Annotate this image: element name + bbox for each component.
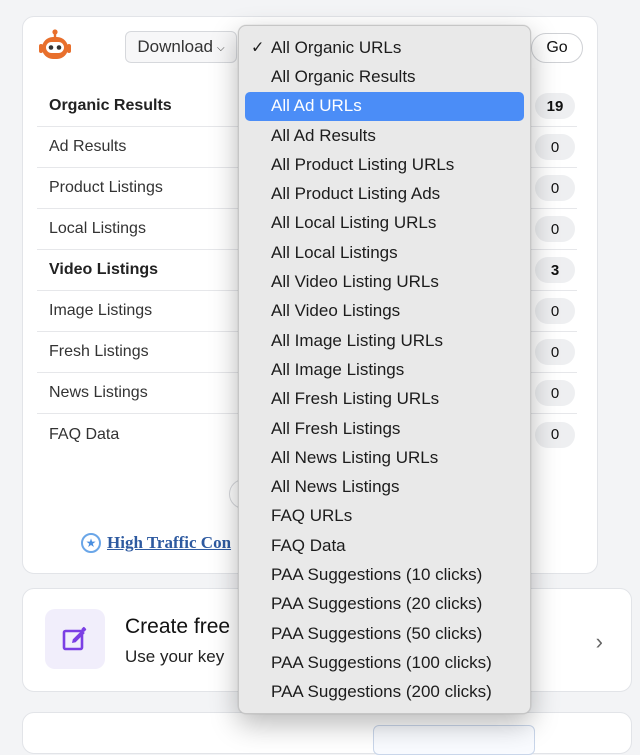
result-count-badge: 0	[535, 380, 575, 406]
download-dropdown-menu[interactable]: ✓ All Organic URLs All Organic Results A…	[238, 25, 531, 714]
edit-pen-icon-box	[45, 609, 105, 669]
result-label: Ad Results	[49, 138, 127, 155]
chevron-down-icon: ⌵	[217, 42, 225, 54]
result-label: Image Listings	[49, 302, 153, 319]
edit-pen-icon	[62, 626, 87, 651]
menu-item-label: All News Listing URLs	[271, 447, 439, 467]
menu-item-all-product-listing-ads[interactable]: All Product Listing Ads	[245, 179, 524, 208]
result-count-badge: 0	[535, 298, 575, 324]
result-count-badge: 19	[535, 93, 575, 119]
result-label: Product Listings	[49, 179, 163, 196]
result-label: Organic Results	[49, 97, 172, 114]
robot-icon	[39, 29, 71, 59]
checkmark-icon: ✓	[251, 39, 265, 57]
result-label: Local Listings	[49, 220, 146, 237]
menu-item-all-image-listing-urls[interactable]: All Image Listing URLs	[245, 326, 524, 355]
menu-item-paa-100[interactable]: PAA Suggestions (100 clicks)	[245, 648, 524, 677]
menu-item-all-fresh-listings[interactable]: All Fresh Listings	[245, 414, 524, 443]
result-count-badge: 0	[535, 134, 575, 160]
result-label: Fresh Listings	[49, 343, 149, 360]
menu-item-label: PAA Suggestions (100 clicks)	[271, 652, 492, 672]
menu-item-label: FAQ Data	[271, 535, 346, 555]
menu-item-paa-200[interactable]: PAA Suggestions (200 clicks)	[245, 678, 524, 707]
menu-item-paa-10[interactable]: PAA Suggestions (10 clicks)	[245, 560, 524, 589]
result-count-badge: 0	[535, 175, 575, 201]
star-icon: ★	[81, 533, 101, 553]
menu-item-faq-urls[interactable]: FAQ URLs	[245, 502, 524, 531]
menu-item-faq-data[interactable]: FAQ Data	[245, 531, 524, 560]
menu-item-paa-50[interactable]: PAA Suggestions (50 clicks)	[245, 619, 524, 648]
menu-item-label: All Product Listing Ads	[271, 184, 441, 204]
menu-item-label: PAA Suggestions (200 clicks)	[271, 682, 492, 702]
create-card-title: Create free	[125, 615, 231, 638]
menu-item-label: All Product Listing URLs	[271, 154, 455, 174]
menu-item-all-organic-urls[interactable]: ✓ All Organic URLs	[245, 33, 524, 62]
menu-item-label: All Image Listing URLs	[271, 330, 443, 350]
download-label: Download	[137, 37, 213, 56]
menu-item-all-video-listings[interactable]: All Video Listings	[245, 297, 524, 326]
menu-item-label: All Fresh Listings	[271, 418, 401, 438]
bottom-input-field[interactable]	[373, 725, 535, 755]
go-button[interactable]: Go	[531, 33, 583, 63]
menu-item-all-ad-results[interactable]: All Ad Results	[245, 121, 524, 150]
menu-item-label: All Fresh Listing URLs	[271, 389, 440, 409]
menu-item-all-news-listing-urls[interactable]: All News Listing URLs	[245, 443, 524, 472]
menu-item-all-organic-results[interactable]: All Organic Results	[245, 62, 524, 91]
menu-item-label: FAQ URLs	[271, 506, 353, 526]
menu-item-all-fresh-listing-urls[interactable]: All Fresh Listing URLs	[245, 385, 524, 414]
bottom-card	[22, 712, 632, 755]
result-count-badge: 0	[535, 421, 575, 448]
menu-item-label: All News Listings	[271, 477, 400, 497]
menu-item-label: All Video Listing URLs	[271, 272, 439, 292]
menu-item-all-local-listings[interactable]: All Local Listings	[245, 238, 524, 267]
menu-item-label: All Local Listing URLs	[271, 213, 437, 233]
menu-item-all-local-listing-urls[interactable]: All Local Listing URLs	[245, 209, 524, 238]
result-label: News Listings	[49, 384, 148, 401]
menu-item-all-image-listings[interactable]: All Image Listings	[245, 355, 524, 384]
menu-item-all-news-listings[interactable]: All News Listings	[245, 472, 524, 501]
result-label: FAQ Data	[49, 425, 120, 443]
menu-item-all-video-listing-urls[interactable]: All Video Listing URLs	[245, 267, 524, 296]
menu-item-label: All Ad Results	[271, 125, 376, 145]
menu-item-label: PAA Suggestions (50 clicks)	[271, 623, 483, 643]
high-traffic-link[interactable]: ★ High Traffic Con	[81, 533, 231, 553]
high-traffic-link-text[interactable]: High Traffic Con	[107, 533, 231, 553]
menu-item-label: All Local Listings	[271, 242, 398, 262]
result-count-badge: 0	[535, 339, 575, 365]
menu-item-all-product-listing-urls[interactable]: All Product Listing URLs	[245, 150, 524, 179]
result-label: Video Listings	[49, 261, 159, 278]
menu-item-label: All Organic Results	[271, 66, 416, 86]
menu-item-all-ad-urls[interactable]: All Ad URLs	[245, 91, 524, 121]
chevron-right-icon[interactable]: ›	[596, 629, 603, 655]
result-count-badge: 0	[535, 216, 575, 242]
download-button[interactable]: Download ⌵	[125, 31, 237, 63]
menu-item-label: All Organic URLs	[271, 37, 402, 57]
menu-item-label: PAA Suggestions (20 clicks)	[271, 594, 483, 614]
menu-item-label: PAA Suggestions (10 clicks)	[271, 564, 483, 584]
menu-item-label: All Video Listings	[271, 301, 401, 321]
result-count-badge: 3	[535, 257, 575, 283]
menu-item-label: All Ad URLs	[271, 96, 362, 116]
menu-item-paa-20[interactable]: PAA Suggestions (20 clicks)	[245, 590, 524, 619]
menu-item-label: All Image Listings	[271, 359, 405, 379]
create-card-subtitle: Use your key	[125, 647, 225, 666]
